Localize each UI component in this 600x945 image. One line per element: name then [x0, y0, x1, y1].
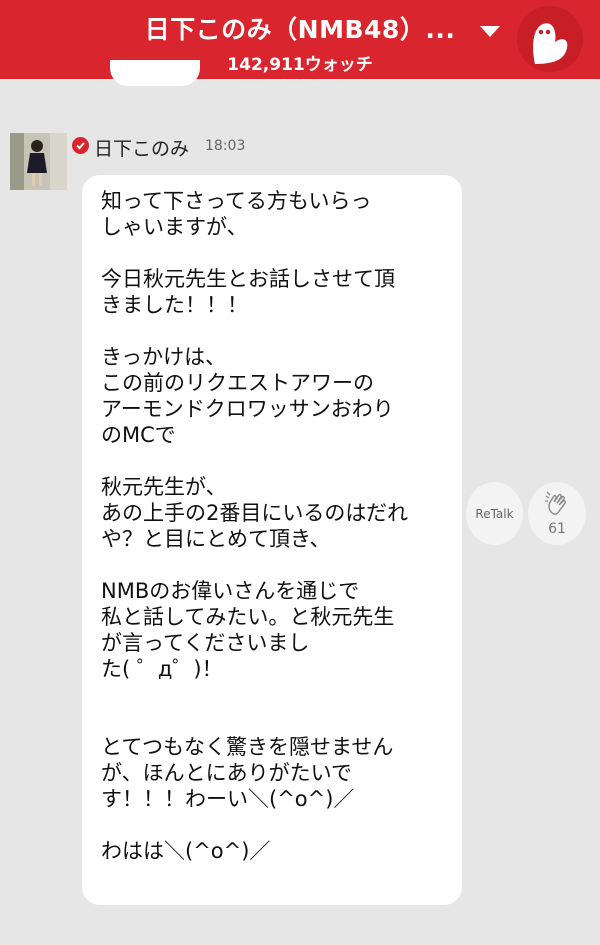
- channel-title: 日下このみ（NMB48）...: [144, 15, 456, 44]
- previous-message-bubble: [110, 60, 200, 86]
- verified-check-icon: [72, 137, 89, 154]
- chevron-down-icon: [480, 25, 500, 37]
- mascot-button[interactable]: [517, 6, 583, 72]
- clap-button[interactable]: 61: [528, 482, 586, 545]
- retalk-button[interactable]: ReTalk: [466, 482, 523, 545]
- retalk-label: ReTalk: [475, 506, 514, 521]
- message-text: 知って下さってる方もいらっ しゃいますが、 今日秋元先生とお話しさせて頂 きまし…: [101, 189, 408, 863]
- clap-icon: [545, 491, 566, 515]
- dropdown-button[interactable]: [470, 14, 510, 48]
- message-time: 18:03: [205, 138, 246, 154]
- clap-count: 61: [548, 521, 566, 537]
- app-header: 日下このみ（NMB48）... 142,911ウォッチ: [0, 0, 600, 79]
- watch-count: 142,911ウォッチ: [227, 55, 373, 75]
- mascot-icon: [533, 23, 568, 64]
- sender-name[interactable]: 日下このみ: [94, 134, 189, 161]
- avatar[interactable]: [10, 133, 67, 190]
